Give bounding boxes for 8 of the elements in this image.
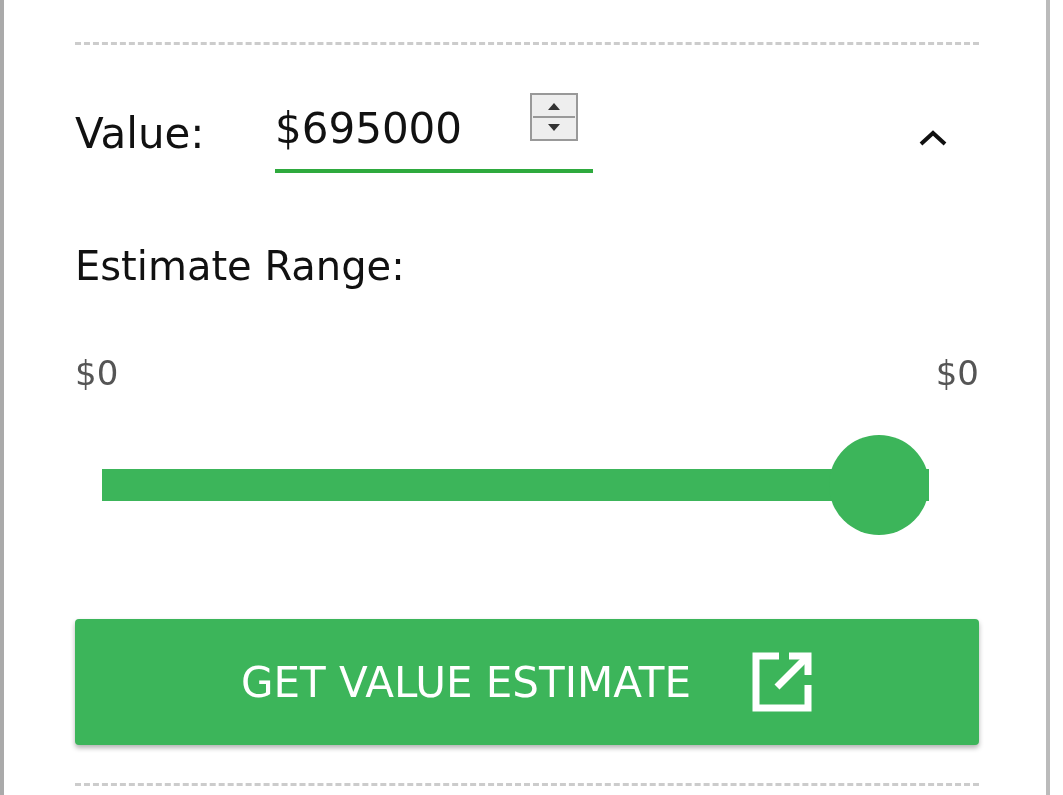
range-max-label: $0 (935, 353, 979, 393)
range-min-label: $0 (75, 353, 119, 393)
spinner-icon[interactable] (530, 93, 578, 141)
value-label: Value: (75, 108, 206, 158)
value-input-field[interactable]: $695000 (275, 93, 530, 163)
caret-icon[interactable] (917, 128, 949, 148)
estimate-range-label: Estimate Range: (75, 243, 406, 289)
external-link-icon (750, 651, 813, 713)
